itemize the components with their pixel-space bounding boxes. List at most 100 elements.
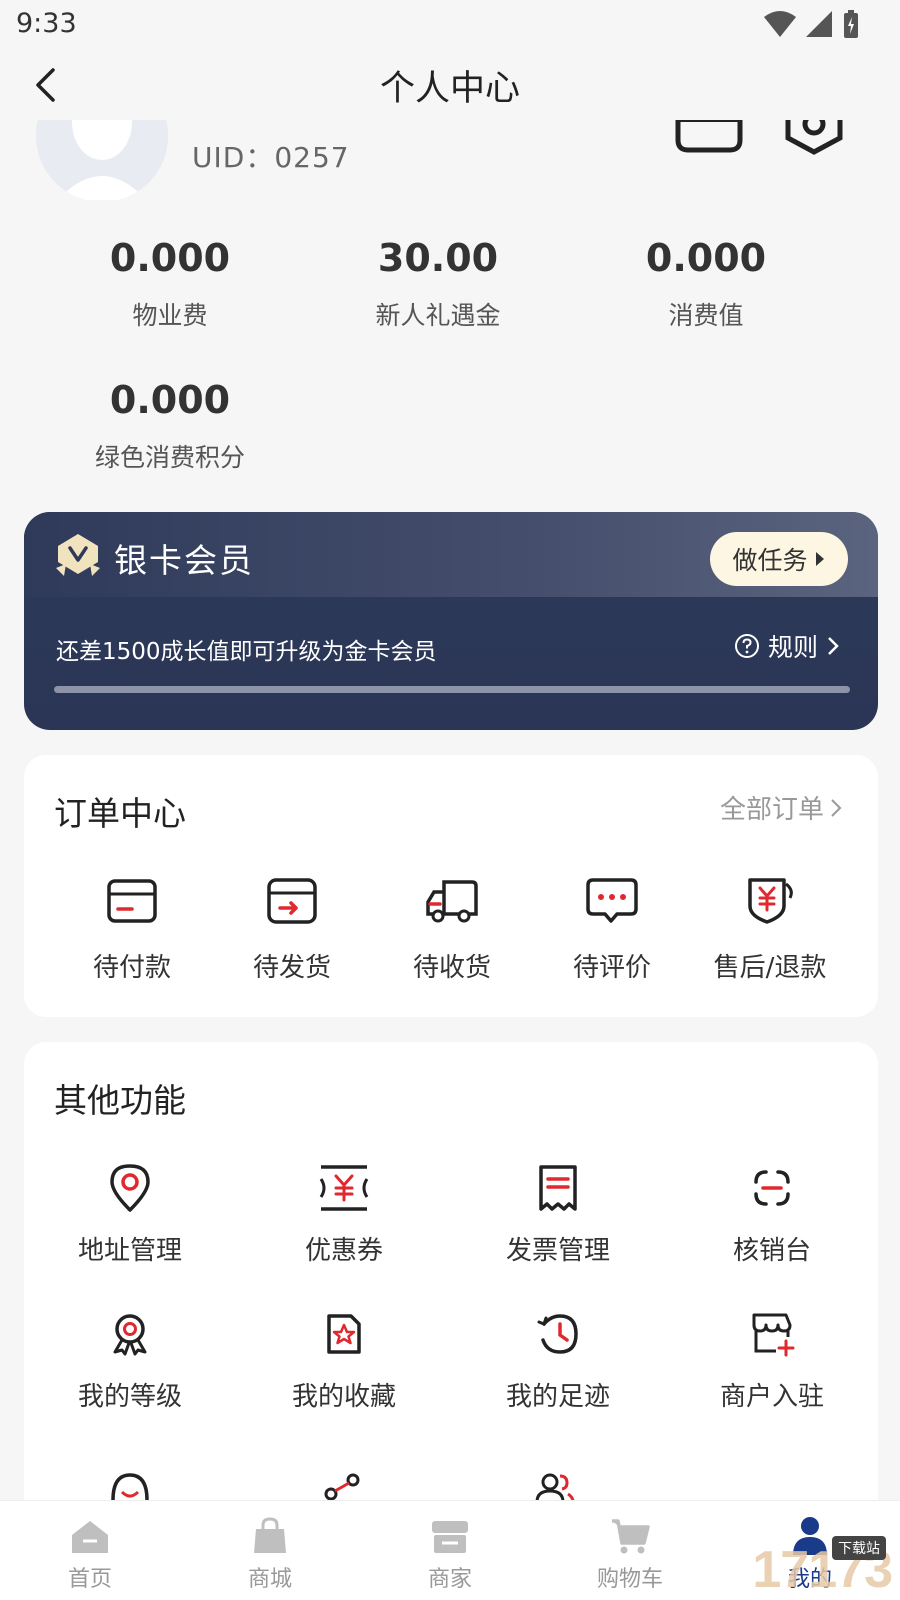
tab-label: 购物车 [596, 1567, 663, 1592]
box-arrow-icon [267, 878, 317, 924]
tab-merchants[interactable]: 商家 [390, 1511, 510, 1593]
signal-icon [806, 11, 832, 37]
fn-label: 我的足迹 [505, 1382, 610, 1412]
order-pending-shipment[interactable]: 待发货 [212, 873, 372, 984]
member-upgrade-text: 还差1500成长值即可升级为金卡会员 [56, 639, 437, 665]
header: 个人中心 [0, 50, 900, 120]
fn-merchant-onboarding[interactable]: 商户入驻 [672, 1306, 872, 1413]
history-clock-icon [537, 1314, 578, 1354]
stat-label: 绿色消费积分 [94, 443, 245, 472]
watermark-tag: 下载站 [832, 1536, 886, 1560]
member-level-title: 银卡会员 [114, 541, 254, 580]
member-badge-icon [56, 534, 100, 576]
share-icon[interactable] [322, 1472, 362, 1502]
smile-icon[interactable] [110, 1472, 150, 1502]
chevron-right-icon [828, 637, 839, 655]
stat-value: 0.000 [645, 236, 767, 280]
home-icon [72, 1521, 108, 1553]
default-avatar-icon [36, 120, 168, 200]
store-plus-icon [752, 1313, 795, 1357]
stat-label: 消费值 [668, 301, 744, 330]
stat-label: 物业费 [132, 301, 208, 330]
stat-green-points[interactable]: 0.000 绿色消费积分 [40, 378, 300, 474]
stat-label: 新人礼遇金 [375, 301, 501, 330]
order-item-label: 待付款 [92, 953, 171, 983]
other-functions-title: 其他功能 [54, 1081, 186, 1120]
order-item-label: 售后/退款 [713, 953, 827, 983]
tab-label: 商城 [247, 1567, 292, 1592]
fn-coupons[interactable]: 优惠券 [244, 1160, 444, 1267]
all-orders-link[interactable]: 全部订单 [720, 789, 842, 826]
stat-value: 0.000 [109, 236, 231, 280]
truck-icon [426, 880, 478, 923]
wallet-icon [107, 879, 157, 923]
fn-invoice-management[interactable]: 发票管理 [458, 1160, 658, 1267]
order-pending-payment[interactable]: 待付款 [52, 873, 212, 984]
stat-consumption-value[interactable]: 0.000 消费值 [576, 236, 836, 332]
fn-label: 发票管理 [505, 1236, 610, 1266]
user-uid: UID：0257 [192, 141, 350, 174]
fn-label: 核销台 [732, 1236, 811, 1266]
avatar[interactable] [36, 120, 168, 200]
chat-dots-icon [586, 878, 638, 923]
do-tasks-button[interactable]: 做任务 [710, 532, 848, 586]
member-card[interactable]: 银卡会员 做任务 还差1500成长值即可升级为金卡会员 规则 [24, 512, 878, 730]
chevron-right-icon [831, 798, 842, 817]
status-time: 9:33 [16, 8, 77, 39]
order-center-card: 订单中心 全部订单 待付款 待发货 待收货 待评价 售后/退款 [24, 755, 878, 1017]
order-item-label: 待发货 [252, 953, 331, 983]
fn-label: 地址管理 [77, 1236, 182, 1266]
fn-label: 商户入驻 [719, 1382, 824, 1412]
fn-my-footprints[interactable]: 我的足迹 [458, 1306, 658, 1413]
shop-icon [432, 1521, 468, 1553]
growth-progress-bar [54, 686, 850, 693]
stat-property-fee[interactable]: 0.000 物业费 [40, 236, 300, 332]
fn-label: 我的收藏 [291, 1382, 396, 1412]
receipt-icon [539, 1165, 577, 1211]
cart-icon [612, 1519, 650, 1554]
order-item-label: 待收货 [412, 953, 491, 983]
star-doc-icon [327, 1314, 361, 1354]
order-item-label: 待评价 [572, 953, 651, 983]
fn-address-management[interactable]: 地址管理 [30, 1160, 230, 1267]
other-functions-card: 其他功能 地址管理 优惠券 发票管理 核销台 我的等级 我的收藏 我的足迹 商户… [24, 1042, 878, 1562]
wifi-icon [764, 11, 796, 37]
question-circle-icon [734, 634, 759, 658]
fn-verification-desk[interactable]: 核销台 [672, 1160, 872, 1267]
scan-icon [754, 1170, 790, 1206]
fn-my-level[interactable]: 我的等级 [30, 1306, 230, 1413]
battery-icon [844, 10, 858, 38]
all-orders-label: 全部订单 [719, 795, 824, 825]
fn-label: 我的等级 [77, 1382, 182, 1412]
rules-label: 规则 [767, 633, 818, 662]
tab-label: 首页 [67, 1567, 112, 1592]
shopping-bag-icon [254, 1517, 286, 1553]
medal-icon [113, 1314, 147, 1356]
tab-label: 商家 [427, 1567, 472, 1592]
fn-my-favorites[interactable]: 我的收藏 [244, 1306, 444, 1413]
profile-section: UID：0257 [0, 120, 900, 200]
status-bar: 9:33 [0, 0, 900, 50]
yuan-shield-icon [748, 878, 793, 924]
order-pending-review[interactable]: 待评价 [532, 873, 692, 984]
tab-home[interactable]: 首页 [30, 1511, 150, 1593]
order-after-sales[interactable]: 售后/退款 [690, 873, 850, 984]
tab-mall[interactable]: 商城 [210, 1511, 330, 1593]
page-title: 个人中心 [379, 69, 520, 109]
caret-right-icon [815, 552, 824, 566]
do-tasks-label: 做任务 [732, 546, 808, 575]
settings-icon[interactable] [784, 120, 844, 156]
order-center-title: 订单中心 [54, 794, 186, 833]
rules-link[interactable]: 规则 [734, 628, 840, 664]
stat-value: 30.00 [377, 236, 499, 280]
team-icon[interactable] [534, 1472, 576, 1502]
fn-label: 优惠券 [304, 1236, 383, 1266]
status-icons [764, 8, 860, 40]
location-pin-icon [110, 1164, 150, 1212]
order-pending-receipt[interactable]: 待收货 [372, 873, 532, 984]
stat-welcome-bonus[interactable]: 30.00 新人礼遇金 [308, 236, 568, 332]
coupon-icon [319, 1165, 369, 1211]
stat-value: 0.000 [109, 378, 231, 422]
tab-cart[interactable]: 购物车 [570, 1511, 690, 1593]
message-icon[interactable] [674, 120, 744, 156]
